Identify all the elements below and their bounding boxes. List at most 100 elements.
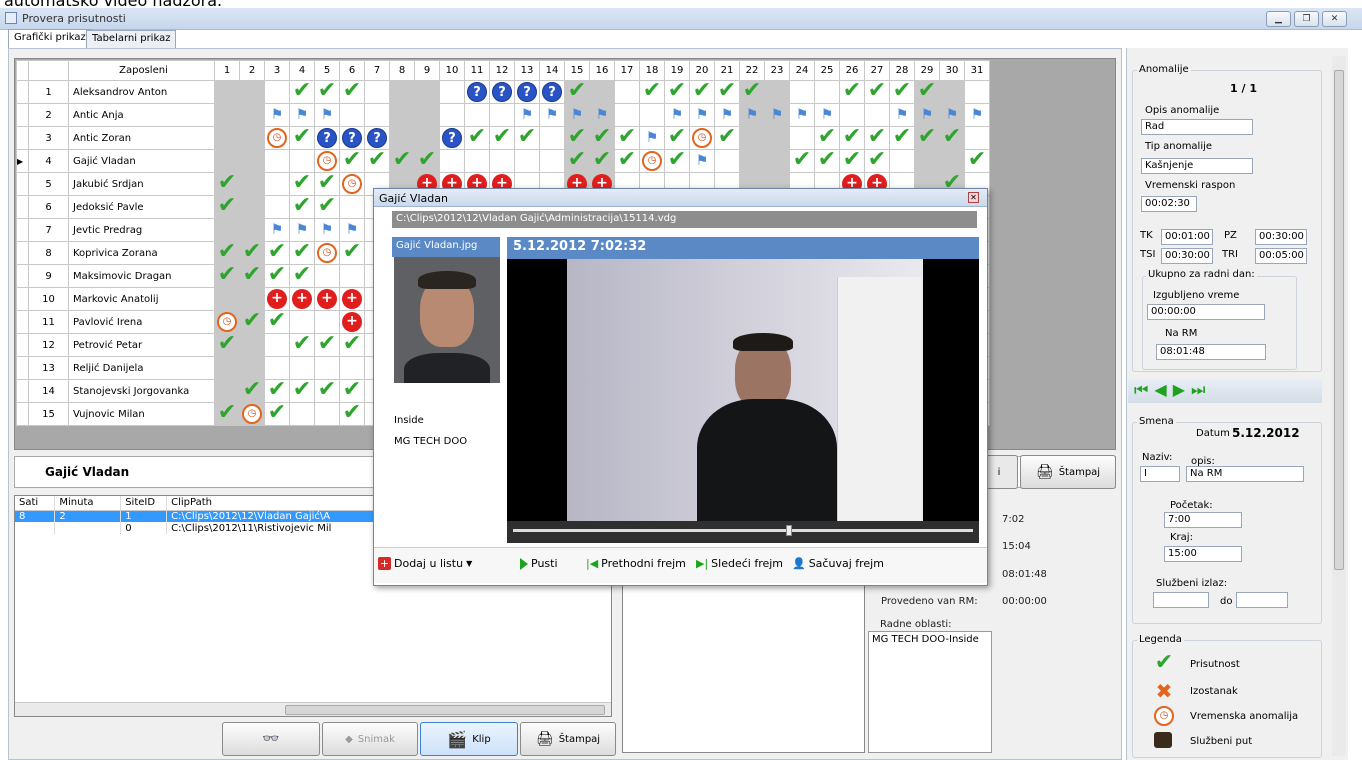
- day-cell[interactable]: ◷: [689, 126, 715, 150]
- day-cell[interactable]: [764, 149, 790, 173]
- day-cell[interactable]: ✔: [339, 149, 365, 173]
- day-cell[interactable]: ⚑: [264, 103, 290, 127]
- vremenski-raspon-field[interactable]: 00:02:30: [1141, 196, 1197, 212]
- day-cell[interactable]: [239, 195, 265, 219]
- day-header[interactable]: 7: [364, 60, 390, 81]
- day-cell[interactable]: ?: [489, 80, 515, 104]
- day-cell[interactable]: ✔: [314, 379, 340, 403]
- day-cell[interactable]: [539, 126, 565, 150]
- day-cell[interactable]: ⚑: [764, 103, 790, 127]
- day-cell[interactable]: ◷: [239, 402, 265, 426]
- video-frame[interactable]: 5.12.2012 7:02:32: [507, 237, 979, 543]
- day-cell[interactable]: [764, 80, 790, 104]
- employee-name[interactable]: Jakubić Srdjan: [68, 172, 215, 196]
- day-cell[interactable]: ✔: [664, 80, 690, 104]
- pz-field[interactable]: 00:30:00: [1255, 229, 1307, 245]
- day-cell[interactable]: [214, 356, 240, 380]
- day-cell[interactable]: ✔: [289, 264, 315, 288]
- clips-hscrollbar[interactable]: [15, 702, 611, 716]
- day-cell[interactable]: ✔: [889, 80, 915, 104]
- binoculars-button[interactable]: 👓: [222, 722, 320, 756]
- day-cell[interactable]: ✔: [314, 80, 340, 104]
- day-cell[interactable]: ✔: [239, 264, 265, 288]
- tab-tabelarni[interactable]: Tabelarni prikaz: [86, 30, 177, 48]
- right-vscroll-thumb[interactable]: [1334, 70, 1344, 570]
- tip-anomalije-field[interactable]: Kašnjenje: [1141, 158, 1253, 174]
- day-cell[interactable]: [214, 287, 240, 311]
- day-cell[interactable]: ✔: [914, 80, 940, 104]
- naziv-field[interactable]: I: [1140, 466, 1180, 482]
- day-cell[interactable]: ✔: [289, 80, 315, 104]
- day-cell[interactable]: [214, 126, 240, 150]
- grid-row[interactable]: ▶ 4 Gajić Vladan ◷ ✔ ✔ ✔ ✔ ✔ ✔ ✔ ◷ ✔ ⚑ ✔ ✔ ✔ ✔ ✔: [16, 149, 990, 173]
- day-cell[interactable]: ✔: [339, 241, 365, 265]
- day-cell[interactable]: [339, 195, 365, 219]
- snimak-button[interactable]: ◆ Snimak: [322, 722, 418, 756]
- employee-name[interactable]: Stanojevski Jorgovanka: [68, 379, 215, 403]
- day-header[interactable]: 16: [589, 60, 615, 81]
- employee-name[interactable]: Antic Anja: [68, 103, 215, 127]
- opis-field[interactable]: Na RM: [1186, 466, 1304, 482]
- day-cell[interactable]: [414, 103, 440, 127]
- day-cell[interactable]: [764, 126, 790, 150]
- day-cell[interactable]: ⚑: [789, 103, 815, 127]
- day-cell[interactable]: +: [314, 287, 340, 311]
- day-cell[interactable]: ⚑: [314, 103, 340, 127]
- tsi-field[interactable]: 00:30:00: [1161, 248, 1213, 264]
- pusti-button[interactable]: Pusti: [520, 557, 558, 570]
- day-cell[interactable]: ✔: [714, 126, 740, 150]
- day-cell[interactable]: [264, 149, 290, 173]
- day-cell[interactable]: +: [289, 287, 315, 311]
- day-cell[interactable]: [314, 402, 340, 426]
- minimize-button[interactable]: ▁: [1266, 11, 1291, 27]
- day-cell[interactable]: ✔: [489, 126, 515, 150]
- stampaj-top-button[interactable]: 🖨 Štampaj: [1020, 455, 1116, 489]
- sluzbeni-do-field[interactable]: [1236, 592, 1288, 608]
- day-cell[interactable]: ✔: [689, 80, 715, 104]
- day-cell[interactable]: ✔: [214, 195, 240, 219]
- day-cell[interactable]: ✔: [389, 149, 415, 173]
- day-cell[interactable]: ⚑: [639, 126, 665, 150]
- day-cell[interactable]: [489, 149, 515, 173]
- clips-column-header[interactable]: SiteID: [120, 496, 168, 511]
- day-cell[interactable]: [714, 149, 740, 173]
- day-cell[interactable]: ?: [464, 80, 490, 104]
- day-cell[interactable]: ?: [439, 126, 465, 150]
- day-cell[interactable]: ✔: [839, 80, 865, 104]
- day-cell[interactable]: ?: [314, 126, 340, 150]
- video-seekbar[interactable]: [507, 521, 979, 543]
- day-cell[interactable]: ◷: [339, 172, 365, 196]
- klip-button[interactable]: 🎬 Klip: [420, 722, 518, 756]
- day-cell[interactable]: ⚑: [689, 103, 715, 127]
- day-header[interactable]: 23: [764, 60, 790, 81]
- day-cell[interactable]: ✔: [339, 80, 365, 104]
- day-cell[interactable]: [739, 149, 765, 173]
- tk-field[interactable]: 00:01:00: [1161, 229, 1213, 245]
- employee-name[interactable]: Jevtic Predrag: [68, 218, 215, 242]
- tri-field[interactable]: 00:05:00: [1255, 248, 1307, 264]
- day-cell[interactable]: ?: [539, 80, 565, 104]
- day-cell[interactable]: ✔: [914, 126, 940, 150]
- employee-name[interactable]: Antic Zoran: [68, 126, 215, 150]
- day-header[interactable]: 12: [489, 60, 515, 81]
- day-header[interactable]: 8: [389, 60, 415, 81]
- day-cell[interactable]: ✔: [964, 149, 990, 173]
- seek-thumb[interactable]: [786, 525, 792, 536]
- restore-button[interactable]: ❐: [1294, 11, 1319, 27]
- day-cell[interactable]: ✔: [289, 379, 315, 403]
- day-cell[interactable]: ✔: [339, 333, 365, 357]
- day-cell[interactable]: ✔: [289, 195, 315, 219]
- day-cell[interactable]: ✔: [589, 149, 615, 173]
- day-cell[interactable]: ✔: [414, 149, 440, 173]
- day-cell[interactable]: ⚑: [689, 149, 715, 173]
- pocetak-field[interactable]: 7:00: [1164, 512, 1242, 528]
- day-cell[interactable]: [264, 172, 290, 196]
- prethodni-frejm-button[interactable]: |◀ Prethodni frejm: [586, 557, 686, 570]
- day-header[interactable]: 2: [239, 60, 265, 81]
- day-cell[interactable]: ✔: [214, 264, 240, 288]
- grid-row[interactable]: 1 Aleksandrov Anton ✔ ✔ ✔???? ✔ ✔ ✔ ✔ ✔ ✔ ✔ ✔ ✔ ✔: [16, 80, 990, 104]
- day-cell[interactable]: ✔: [939, 126, 965, 150]
- day-cell[interactable]: [389, 103, 415, 127]
- day-cell[interactable]: [589, 80, 615, 104]
- day-cell[interactable]: [239, 172, 265, 196]
